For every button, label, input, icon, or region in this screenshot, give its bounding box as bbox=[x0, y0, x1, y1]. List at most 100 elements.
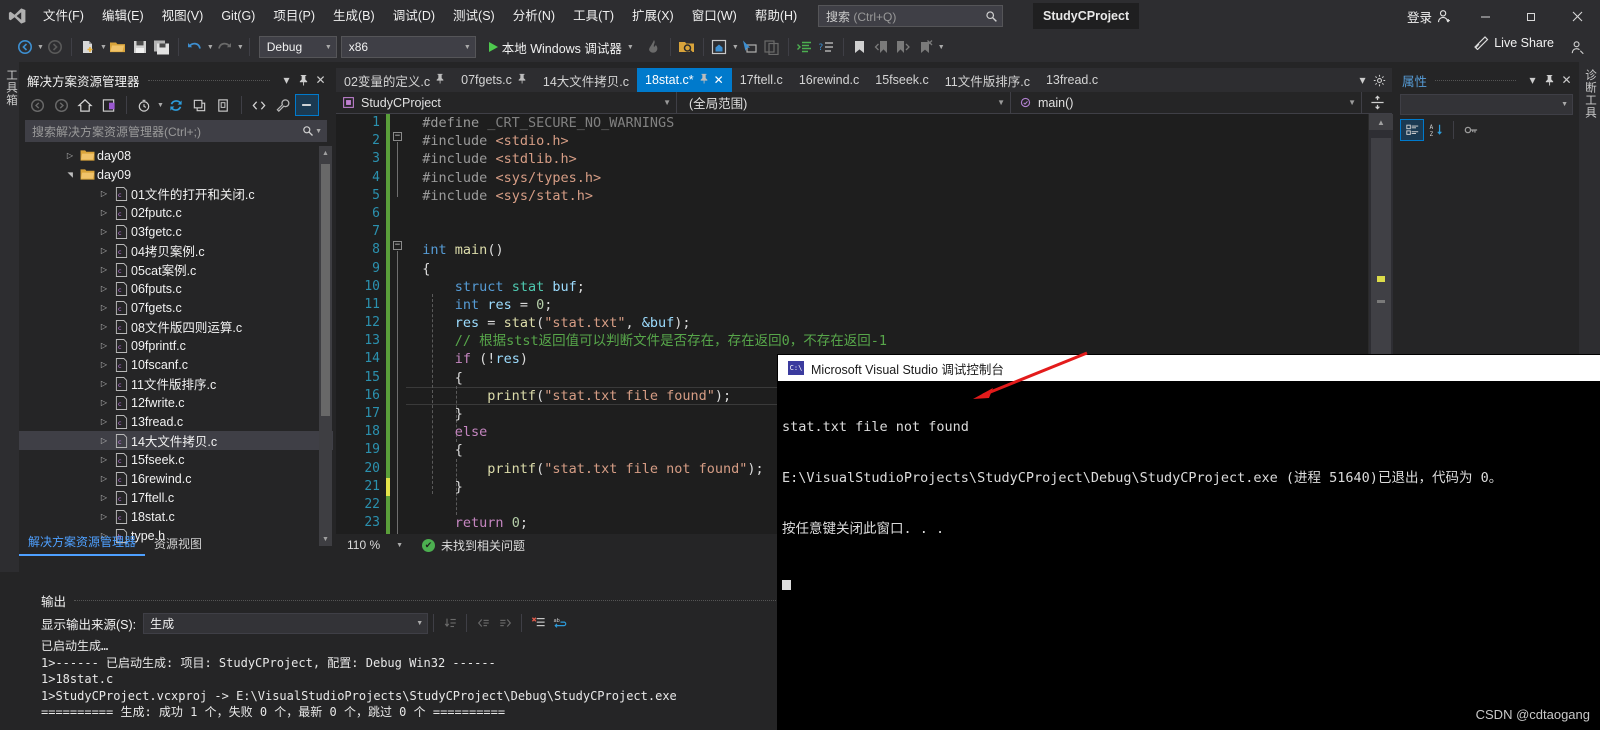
editor-tab-strip[interactable]: 02变量的定义.c 07fgets.c 14大文件拷贝.c 18stat.c* ✕ 17f… bbox=[336, 68, 1392, 92]
view-code-icon[interactable] bbox=[247, 94, 271, 116]
chevron-right-icon[interactable]: ▷ bbox=[97, 379, 111, 388]
editor-tab[interactable]: 18stat.c* ✕ bbox=[637, 68, 732, 92]
uncomment-lines-icon[interactable]: ? bbox=[816, 35, 838, 59]
tab-list-caret-icon[interactable]: ▾ bbox=[1354, 70, 1371, 90]
menu-item-project[interactable]: 项目(P) bbox=[264, 0, 324, 32]
tree-item[interactable]: ▷ c 07fgets.c bbox=[19, 298, 333, 317]
chevron-right-icon[interactable]: ▷ bbox=[97, 493, 111, 502]
new-file-icon[interactable] bbox=[77, 35, 99, 59]
solution-configuration-select[interactable]: Debug ▼ bbox=[258, 36, 337, 58]
solution-tree-scrollbar[interactable]: ▲ ▼ bbox=[319, 146, 332, 546]
property-pages-key-icon[interactable] bbox=[1459, 119, 1483, 141]
chevron-right-icon[interactable]: ▷ bbox=[97, 398, 111, 407]
scrollbar-thumb[interactable] bbox=[321, 164, 330, 416]
tree-item[interactable]: ▷ c 15fseek.c bbox=[19, 450, 333, 469]
chevron-right-icon[interactable]: ▷ bbox=[97, 265, 111, 274]
output-source-select[interactable]: 生成 ▼ bbox=[143, 612, 429, 634]
global-search-input[interactable]: 搜索 (Ctrl+Q) bbox=[818, 5, 1003, 27]
editor-tab[interactable]: 16rewind.c bbox=[790, 68, 868, 92]
menu-item-test[interactable]: 测试(S) bbox=[444, 0, 504, 32]
zoom-level-select[interactable]: 110 % ▼ bbox=[342, 535, 408, 555]
solution-platform-select[interactable]: x86 ▼ bbox=[340, 36, 476, 58]
tree-item[interactable]: ▷ c 06fputs.c bbox=[19, 279, 333, 298]
panel-menu-caret-icon[interactable]: ▾ bbox=[278, 70, 295, 90]
tree-item[interactable]: ▷ c 04拷贝案例.c bbox=[19, 241, 333, 260]
chevron-right-icon[interactable]: ▷ bbox=[97, 417, 111, 426]
editor-tab[interactable]: 13fread.c bbox=[1037, 68, 1107, 92]
chevron-right-icon[interactable]: ▷ bbox=[97, 455, 111, 464]
breadcrumb-member-select[interactable]: main() ▼ bbox=[1011, 92, 1361, 113]
scroll-up-arrow-icon[interactable]: ▲ bbox=[319, 146, 332, 160]
chevron-right-icon[interactable]: ▷ bbox=[97, 436, 111, 445]
new-file-dropdown-caret-icon[interactable]: ▼ bbox=[100, 44, 107, 51]
redo-icon[interactable] bbox=[214, 35, 236, 59]
open-file-icon[interactable] bbox=[107, 35, 129, 59]
tree-item[interactable]: ▷ c 03fgetc.c bbox=[19, 222, 333, 241]
split-editor-button[interactable] bbox=[1362, 92, 1392, 113]
menu-item-git[interactable]: Git(G) bbox=[212, 0, 264, 32]
previous-bookmark-icon[interactable] bbox=[871, 35, 893, 59]
properties-object-select[interactable]: ▼ bbox=[1400, 94, 1573, 115]
pin-icon[interactable] bbox=[517, 73, 527, 87]
chevron-right-icon[interactable]: ▷ bbox=[97, 284, 111, 293]
back-dropdown-caret-icon[interactable]: ▼ bbox=[37, 44, 44, 51]
preview-selected-items-toggle[interactable] bbox=[294, 94, 319, 116]
home-icon[interactable] bbox=[73, 94, 97, 116]
home-dropdown-caret-icon[interactable]: ▼ bbox=[732, 44, 739, 51]
toolbox-tab-label[interactable]: 工具箱 bbox=[3, 69, 19, 107]
previous-message-icon[interactable] bbox=[472, 611, 494, 635]
pointer-select-icon[interactable] bbox=[739, 35, 761, 59]
switch-views-icon[interactable] bbox=[97, 94, 121, 116]
toolbar-overflow-caret-icon[interactable]: ▼ bbox=[938, 44, 945, 51]
tree-item[interactable]: ▷ c 14大文件拷贝.c bbox=[19, 431, 333, 450]
menu-item-view[interactable]: 视图(V) bbox=[153, 0, 213, 32]
diagnostic-tools-tab-label[interactable]: 诊断工具 bbox=[1582, 69, 1598, 119]
next-bookmark-icon[interactable] bbox=[893, 35, 915, 59]
fold-toggle-includes[interactable]: − bbox=[393, 132, 402, 141]
start-debugging-button[interactable]: 本地 Windows 调试器 ▼ bbox=[484, 35, 639, 59]
navigate-backward-icon[interactable] bbox=[14, 35, 36, 59]
toggle-word-wrap-icon[interactable]: ab bbox=[549, 611, 571, 635]
undo-icon[interactable] bbox=[184, 35, 206, 59]
menu-item-build[interactable]: 生成(B) bbox=[324, 0, 384, 32]
editor-tab[interactable]: 15fseek.c bbox=[867, 68, 937, 92]
chevron-right-icon[interactable]: ▷ bbox=[97, 208, 111, 217]
save-all-icon[interactable] bbox=[151, 35, 173, 59]
minimize-button[interactable] bbox=[1462, 0, 1508, 32]
home-solution-icon[interactable] bbox=[709, 35, 731, 59]
chevron-right-icon[interactable]: ▷ bbox=[97, 246, 111, 255]
menu-item-tools[interactable]: 工具(T) bbox=[564, 0, 623, 32]
navigate-forward-icon[interactable] bbox=[44, 35, 66, 59]
close-button[interactable] bbox=[1554, 0, 1600, 32]
tree-item[interactable]: ▷ c 09fprintf.c bbox=[19, 336, 333, 355]
chevron-right-icon[interactable]: ▷ bbox=[63, 151, 77, 160]
tree-item[interactable]: ▷ c 02fputc.c bbox=[19, 203, 333, 222]
tree-item[interactable]: ▷ c 18stat.c bbox=[19, 507, 333, 526]
collapse-all-icon[interactable] bbox=[188, 94, 212, 116]
preview-selected-items-icon[interactable] bbox=[676, 35, 698, 59]
clear-bookmarks-icon[interactable] bbox=[915, 35, 937, 59]
close-icon[interactable]: ✕ bbox=[312, 70, 329, 90]
menu-item-help[interactable]: 帮助(H) bbox=[746, 0, 806, 32]
feedback-account-icon[interactable] bbox=[1566, 35, 1588, 59]
chevron-right-icon[interactable]: ▷ bbox=[97, 227, 111, 236]
fold-toggle-main[interactable]: − bbox=[393, 241, 402, 250]
tree-item[interactable]: ▷ c 16rewind.c bbox=[19, 469, 333, 488]
chevron-right-icon[interactable]: ▷ bbox=[97, 189, 111, 198]
tab-solution-explorer[interactable]: 解决方案资源管理器 bbox=[19, 530, 146, 556]
redo-dropdown-caret-icon[interactable]: ▼ bbox=[237, 44, 244, 51]
solution-explorer-search-input[interactable]: 搜索解决方案资源管理器(Ctrl+;) ▼ bbox=[25, 120, 327, 142]
chevron-right-icon[interactable]: ▷ bbox=[97, 474, 111, 483]
panel-menu-caret-icon[interactable]: ▾ bbox=[1524, 70, 1541, 90]
tree-item[interactable]: ▷ c 17ftell.c bbox=[19, 488, 333, 507]
pin-icon[interactable] bbox=[699, 73, 709, 87]
chevron-down-icon[interactable]: ◢ bbox=[66, 168, 74, 182]
close-icon[interactable]: ✕ bbox=[1558, 70, 1575, 90]
tab-settings-gear-icon[interactable] bbox=[1371, 70, 1388, 90]
tree-item[interactable]: ▷ c 11文件版排序.c bbox=[19, 374, 333, 393]
chevron-right-icon[interactable]: ▷ bbox=[97, 322, 111, 331]
tree-item[interactable]: ▷ day08 bbox=[19, 146, 333, 165]
copy-layout-icon[interactable] bbox=[761, 35, 783, 59]
tree-item[interactable]: ▷ c 13fread.c bbox=[19, 412, 333, 431]
sign-in-button[interactable]: 登录 bbox=[1397, 7, 1462, 26]
